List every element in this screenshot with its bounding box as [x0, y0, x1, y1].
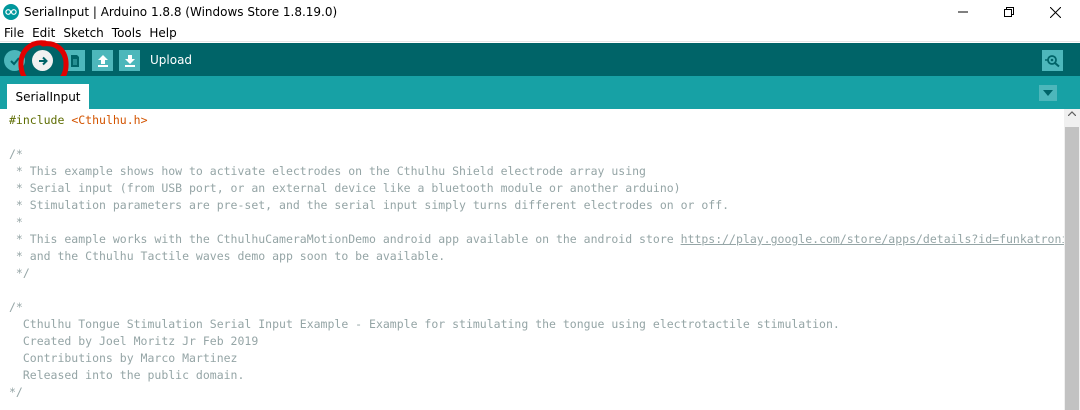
- code-line: *: [9, 215, 23, 229]
- scroll-up-arrow-icon[interactable]: [1064, 111, 1080, 123]
- upload-button[interactable]: [32, 50, 53, 71]
- toolbar-hover-label: Upload: [150, 53, 193, 67]
- code-line: Created by Joel Moritz Jr Feb 2019: [9, 334, 259, 348]
- menu-tools[interactable]: Tools: [108, 26, 146, 40]
- code-editor[interactable]: #include <Cthulhu.h> /* * This example s…: [0, 109, 1064, 410]
- verify-button[interactable]: [4, 50, 25, 71]
- open-button[interactable]: [92, 50, 113, 71]
- code-line: * Serial input (from USB port, or an ext…: [9, 181, 681, 195]
- new-icon: [70, 54, 79, 67]
- menu-bar: File Edit Sketch Tools Help: [0, 24, 1080, 42]
- code-link[interactable]: https://play.google.com/store/apps/detai…: [681, 232, 1064, 246]
- code-line: * and the Cthulhu Tactile waves demo app…: [9, 249, 446, 263]
- verify-icon: [9, 56, 20, 65]
- code-line: Released into the public domain.: [9, 368, 245, 382]
- code-line: Contributions by Marco Martinez: [9, 351, 238, 365]
- menu-edit[interactable]: Edit: [28, 26, 59, 40]
- code-line: /*: [9, 147, 23, 161]
- scrollbar-thumb[interactable]: [1065, 127, 1079, 410]
- code-line: * This eample works with the CthulhuCame…: [9, 231, 1064, 248]
- upload-icon: [38, 56, 48, 65]
- save-icon: [124, 54, 135, 67]
- save-button[interactable]: [119, 50, 140, 71]
- chevron-down-icon: [1043, 90, 1053, 96]
- serial-monitor-icon: [1044, 54, 1060, 67]
- menu-file[interactable]: File: [0, 26, 28, 40]
- window-title: SerialInput | Arduino 1.8.8 (Windows Sto…: [24, 5, 338, 19]
- restore-button[interactable]: [986, 0, 1032, 24]
- tab-bar: SerialInput: [0, 76, 1080, 109]
- menu-help[interactable]: Help: [145, 26, 180, 40]
- code-line: Cthulhu Tongue Stimulation Serial Input …: [9, 317, 840, 331]
- arduino-logo-icon: [3, 4, 19, 20]
- toolbar: Upload: [0, 43, 1080, 76]
- code-line: /*: [9, 300, 23, 314]
- code-line: */: [9, 385, 23, 399]
- tab-label: SerialInput: [15, 89, 81, 104]
- title-bar: SerialInput | Arduino 1.8.8 (Windows Sto…: [0, 0, 1080, 24]
- close-button[interactable]: [1032, 0, 1078, 24]
- code-line: * Stimulation parameters are pre-set, an…: [9, 198, 730, 212]
- tab-menu-button[interactable]: [1039, 85, 1057, 101]
- code-line: #include <Cthulhu.h>: [9, 113, 148, 127]
- new-button[interactable]: [64, 50, 85, 71]
- menu-sketch[interactable]: Sketch: [59, 26, 107, 40]
- code-line: */: [9, 266, 30, 280]
- open-icon: [97, 54, 108, 67]
- vertical-scrollbar[interactable]: [1064, 109, 1080, 410]
- tab-serialinput[interactable]: SerialInput: [7, 84, 89, 109]
- minimize-button[interactable]: [940, 0, 986, 24]
- serial-monitor-button[interactable]: [1042, 50, 1063, 71]
- code-line: * This example shows how to activate ele…: [9, 164, 646, 178]
